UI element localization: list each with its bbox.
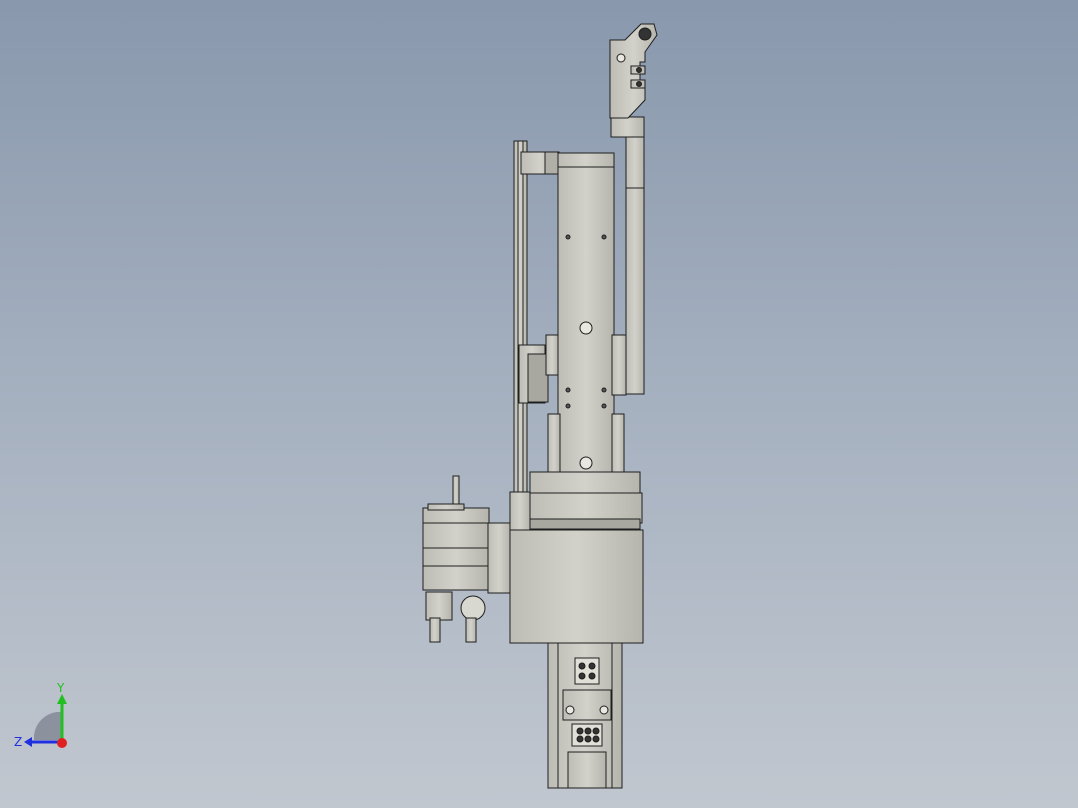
x-axis-dot xyxy=(57,738,67,748)
z-axis-label: Z xyxy=(14,735,22,749)
cad-viewport[interactable]: Y Z xyxy=(0,0,1078,808)
motor-fitting-left xyxy=(425,591,453,621)
base-block xyxy=(529,471,641,495)
gripper-pivot xyxy=(638,27,652,41)
mid-block-right xyxy=(611,334,627,396)
column-hole-upper xyxy=(579,321,593,335)
connector-upper xyxy=(574,657,600,685)
motor-shaft xyxy=(452,475,460,509)
y-axis-label: Y xyxy=(56,682,65,695)
mechanical-assembly-model[interactable] xyxy=(0,0,1078,808)
guide-rail xyxy=(513,140,528,522)
motor-fitting-right xyxy=(460,595,486,621)
gearbox-housing xyxy=(509,529,644,644)
connector-lower xyxy=(571,723,603,747)
main-column xyxy=(557,152,615,476)
coordinate-triad: Y Z xyxy=(14,682,67,749)
column-hole-lower xyxy=(579,456,593,470)
right-arm xyxy=(625,135,645,395)
motor-body xyxy=(422,507,490,591)
